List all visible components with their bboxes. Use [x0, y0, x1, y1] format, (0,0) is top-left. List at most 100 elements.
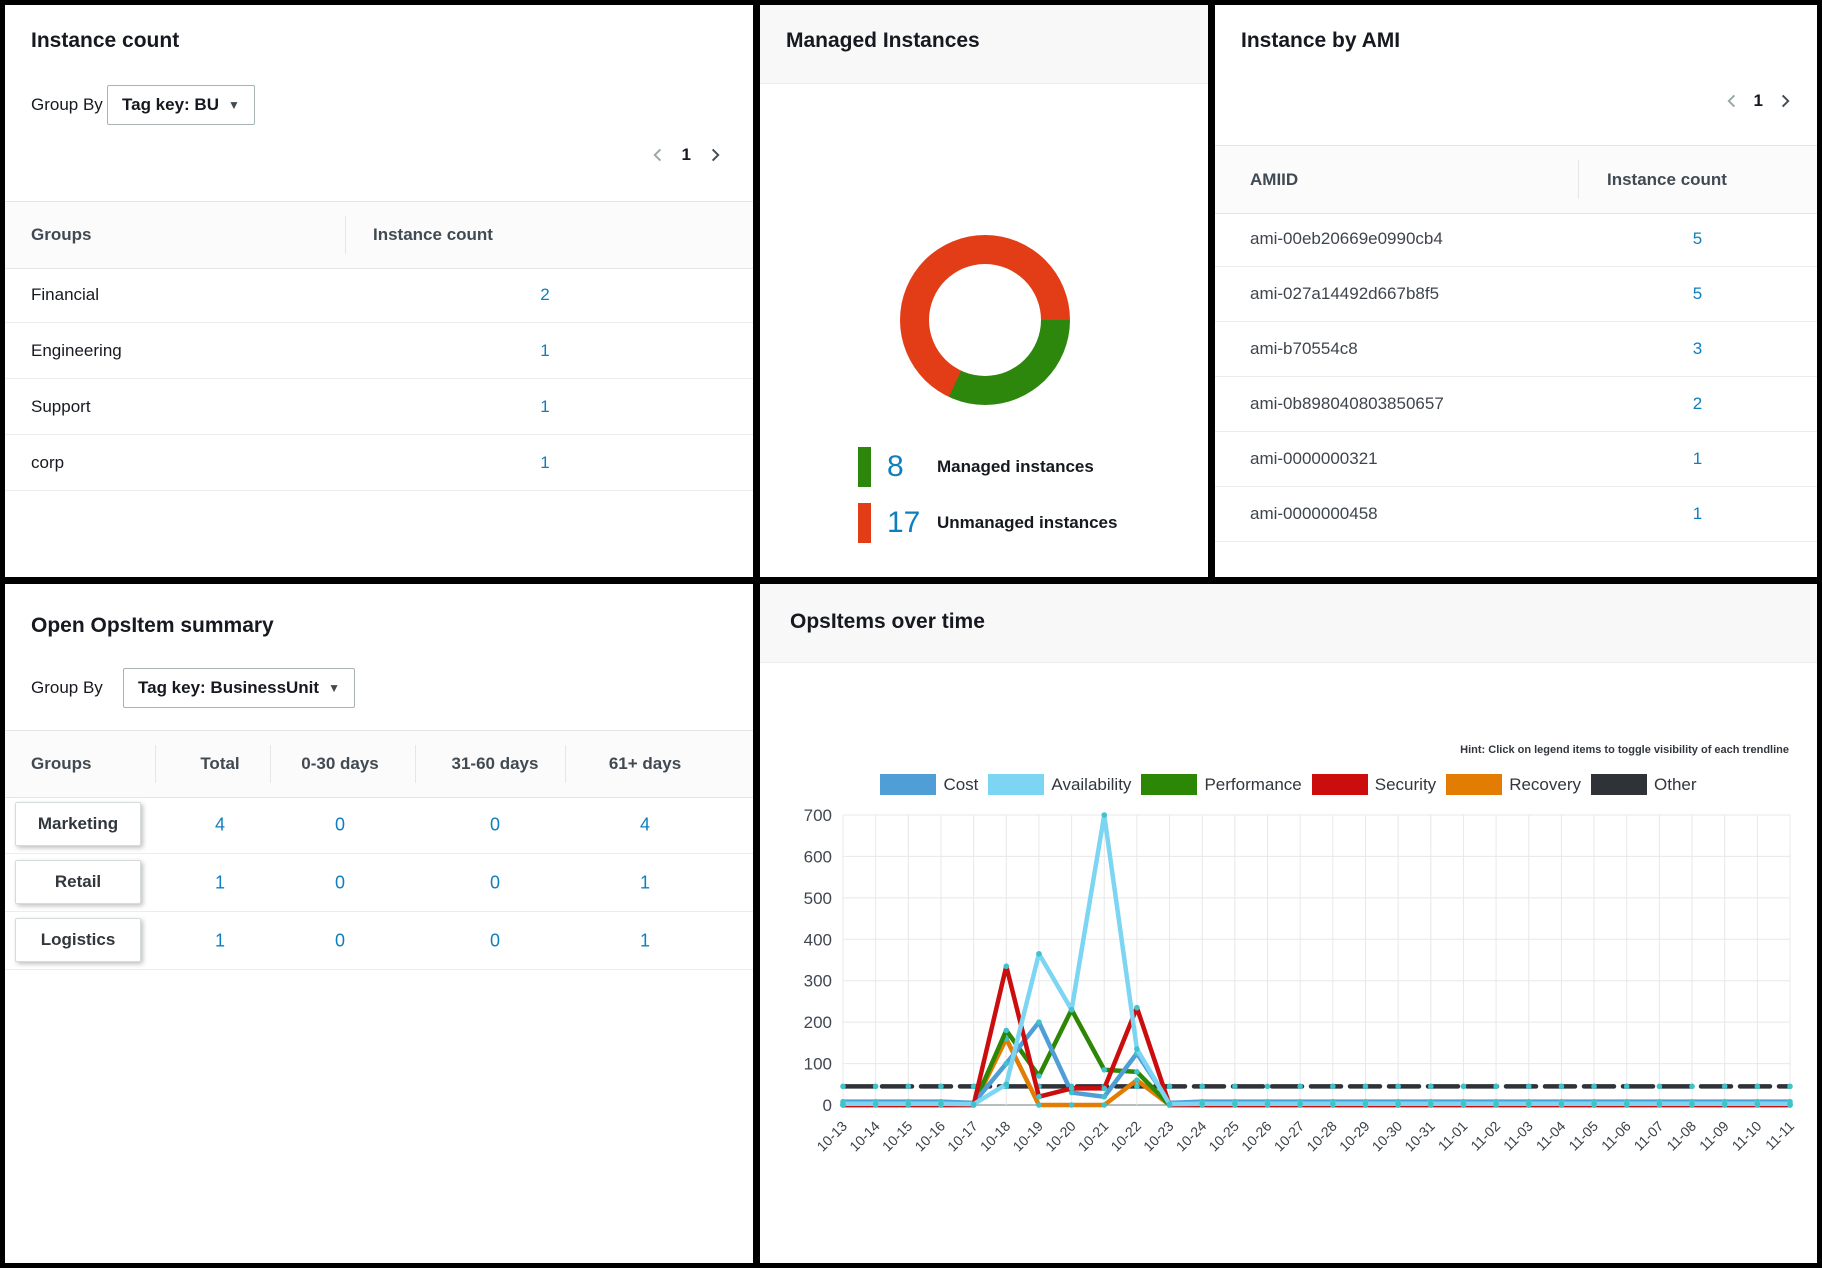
ami-id-cell: ami-0000000321	[1250, 449, 1378, 469]
data-point-marker	[1755, 1084, 1761, 1090]
chevron-left-icon[interactable]	[650, 147, 666, 163]
opsitem-count-link[interactable]: 1	[165, 872, 275, 893]
group-name-button[interactable]: Retail	[15, 860, 141, 904]
x-axis-tick-label: 11-06	[1598, 1118, 1634, 1154]
ami-id-cell: ami-0000000458	[1250, 504, 1378, 524]
instance-count-link[interactable]: 2	[1640, 394, 1755, 414]
instance-count-link[interactable]: 5	[1640, 229, 1755, 249]
chevron-left-icon[interactable]	[1724, 93, 1740, 109]
pagination: 1	[650, 145, 723, 165]
opsitem-count-link[interactable]: 4	[575, 814, 715, 835]
x-axis-tick-label: 10-31	[1401, 1118, 1438, 1155]
group-by-label: Group By	[31, 678, 103, 698]
data-point-marker	[1101, 812, 1107, 818]
page-title: OpsItems over time	[790, 610, 985, 634]
group-name-button[interactable]: Marketing	[15, 802, 141, 846]
opsitems-line-chart: 010020030040050060070010-1310-1410-1510-…	[760, 662, 1817, 1263]
panel-open-opsitem-summary: Open OpsItem summary Group By Tag key: B…	[5, 584, 753, 1263]
table-row: Retail1001	[5, 854, 753, 912]
table-row: ami-00eb20669e0990cb45	[1215, 212, 1817, 267]
instance-count-link[interactable]: 5	[1640, 284, 1755, 304]
chevron-right-icon[interactable]	[1777, 93, 1793, 109]
x-axis-tick-label: 10-13	[813, 1118, 850, 1155]
x-axis-tick-label: 10-20	[1042, 1118, 1079, 1155]
data-point-marker	[1559, 1084, 1565, 1090]
chevron-right-icon[interactable]	[707, 147, 723, 163]
page-number[interactable]: 1	[682, 145, 691, 165]
data-point-marker	[1461, 1084, 1467, 1090]
instance-count-link[interactable]: 1	[485, 397, 605, 417]
data-point-marker	[840, 1084, 846, 1090]
column-header: 31-60 days	[425, 754, 565, 774]
opsitem-count-link[interactable]: 0	[425, 872, 565, 893]
opsitem-count-link[interactable]: 4	[165, 814, 275, 835]
y-axis-tick-label: 500	[804, 889, 832, 908]
data-point-marker	[1101, 1086, 1107, 1092]
data-point-marker	[1428, 1084, 1434, 1090]
column-header-amiid: AMIID	[1250, 170, 1298, 190]
data-point-marker	[1428, 1101, 1434, 1107]
x-axis-tick-label: 11-03	[1500, 1118, 1536, 1154]
group-name-cell: Engineering	[31, 341, 122, 361]
opsitem-count-link[interactable]: 1	[165, 930, 275, 951]
data-point-marker	[1591, 1101, 1597, 1107]
data-point-marker	[1101, 1102, 1107, 1108]
data-point-marker	[1036, 951, 1042, 957]
legend-count: 17	[887, 506, 933, 540]
x-axis-tick-label: 10-25	[1205, 1118, 1242, 1155]
data-point-marker	[1134, 1005, 1140, 1011]
ami-table: ami-00eb20669e0990cb45ami-027a14492d667b…	[1215, 212, 1817, 542]
data-point-marker	[1069, 1007, 1075, 1013]
data-point-marker	[1036, 1094, 1042, 1100]
x-axis-tick-label: 11-09	[1696, 1118, 1732, 1154]
group-by-dropdown[interactable]: Tag key: BusinessUnit ▼	[123, 668, 355, 708]
opsitem-count-link[interactable]: 0	[275, 814, 405, 835]
data-point-marker	[1232, 1101, 1238, 1107]
data-point-marker	[1689, 1101, 1695, 1107]
legend-label: Managed instances	[937, 457, 1094, 477]
data-point-marker	[1101, 1094, 1107, 1100]
opsitem-count-link[interactable]: 0	[275, 872, 405, 893]
donut-legend-item: 17Unmanaged instances	[858, 503, 1188, 543]
table-row: ami-0000000321 1	[1215, 432, 1817, 487]
opsitem-count-link[interactable]: 0	[275, 930, 405, 951]
data-point-marker	[1591, 1084, 1597, 1090]
legend-color-bar	[858, 447, 871, 487]
instance-count-link[interactable]: 3	[1640, 339, 1755, 359]
data-point-marker	[1167, 1101, 1173, 1107]
opsitem-count-link[interactable]: 1	[575, 930, 715, 951]
x-axis-tick-label: 10-15	[879, 1118, 916, 1155]
table-row: Logistics1001	[5, 912, 753, 970]
instance-count-link[interactable]: 1	[485, 453, 605, 473]
data-point-marker	[1787, 1084, 1793, 1090]
data-point-marker	[1330, 1084, 1336, 1090]
opsitem-count-link[interactable]: 1	[575, 872, 715, 893]
data-point-marker	[971, 1101, 977, 1107]
group-by-value: Tag key: BU	[122, 95, 219, 115]
data-point-marker	[1526, 1101, 1532, 1107]
data-point-marker	[1461, 1101, 1467, 1107]
table-row: ami-b70554c83	[1215, 322, 1817, 377]
instance-count-link[interactable]: 2	[485, 285, 605, 305]
panel-opsitems-over-time: OpsItems over time Hint: Click on legend…	[760, 584, 1817, 1263]
data-point-marker	[1003, 1028, 1009, 1034]
page-number[interactable]: 1	[1754, 91, 1763, 111]
instance-count-link[interactable]: 1	[1640, 449, 1755, 469]
opsitem-count-link[interactable]: 0	[425, 930, 565, 951]
data-point-marker	[1722, 1084, 1728, 1090]
data-point-marker	[1036, 1073, 1042, 1079]
group-name-button[interactable]: Logistics	[15, 918, 141, 962]
data-point-marker	[1689, 1084, 1695, 1090]
data-point-marker	[1559, 1101, 1565, 1107]
instance-count-link[interactable]: 1	[485, 341, 605, 361]
opsitem-count-link[interactable]: 0	[425, 814, 565, 835]
x-axis-tick-label: 10-27	[1271, 1118, 1308, 1155]
column-header-instance-count: Instance count	[373, 225, 493, 245]
data-point-marker	[1395, 1084, 1401, 1090]
group-name-cell: corp	[31, 453, 64, 473]
group-by-label: Group By	[31, 95, 103, 115]
instance-count-link[interactable]: 1	[1640, 504, 1755, 524]
group-by-dropdown[interactable]: Tag key: BU ▼	[107, 85, 255, 125]
donut-legend-item: 8Managed instances	[858, 447, 1188, 487]
donut-legend: 8Managed instances 17Unmanaged instances	[858, 447, 1188, 559]
